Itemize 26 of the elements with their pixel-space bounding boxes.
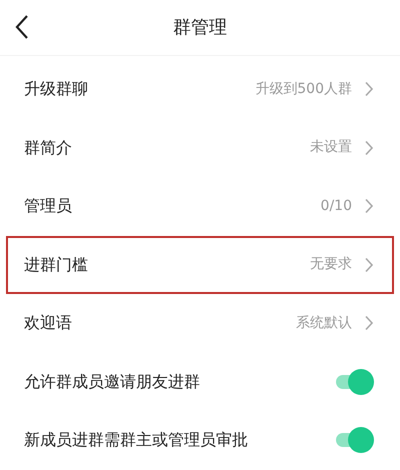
setting-row[interactable]: 管理员 0/10: [6, 177, 394, 236]
toggle-switch[interactable]: [334, 427, 374, 454]
highlighted-setting-row[interactable]: 进群门槛 无要求: [6, 236, 394, 294]
chevron-right-icon: [364, 140, 374, 156]
setting-row[interactable]: 欢迎语 系统默认: [6, 294, 394, 352]
setting-value: 升级到500人群: [255, 80, 352, 99]
setting-label: 进群门槛: [24, 254, 88, 276]
chevron-right-icon: [364, 198, 374, 214]
setting-label: 允许群成员邀请朋友进群: [24, 370, 200, 393]
setting-value: 未设置: [310, 138, 352, 158]
toggle-switch[interactable]: [334, 368, 374, 395]
chevron-right-icon: [364, 81, 374, 98]
setting-label: 欢迎语: [24, 312, 72, 334]
back-icon[interactable]: [14, 14, 30, 40]
setting-label: 管理员: [24, 195, 72, 218]
page-title: 群管理: [173, 16, 227, 40]
setting-value: 无要求: [310, 255, 352, 274]
setting-value: 0/10: [320, 196, 352, 216]
setting-row[interactable]: 升级群聊 升级到500人群: [6, 60, 394, 118]
chevron-right-icon: [364, 256, 374, 273]
chevron-right-icon: [364, 315, 374, 332]
setting-label: 群简介: [24, 136, 72, 159]
setting-label: 新成员进群需群主或管理员审批: [24, 429, 248, 452]
setting-label: 升级群聊: [24, 78, 88, 100]
setting-row[interactable]: 群简介 未设置: [6, 118, 394, 177]
setting-value: 系统默认: [296, 314, 352, 333]
